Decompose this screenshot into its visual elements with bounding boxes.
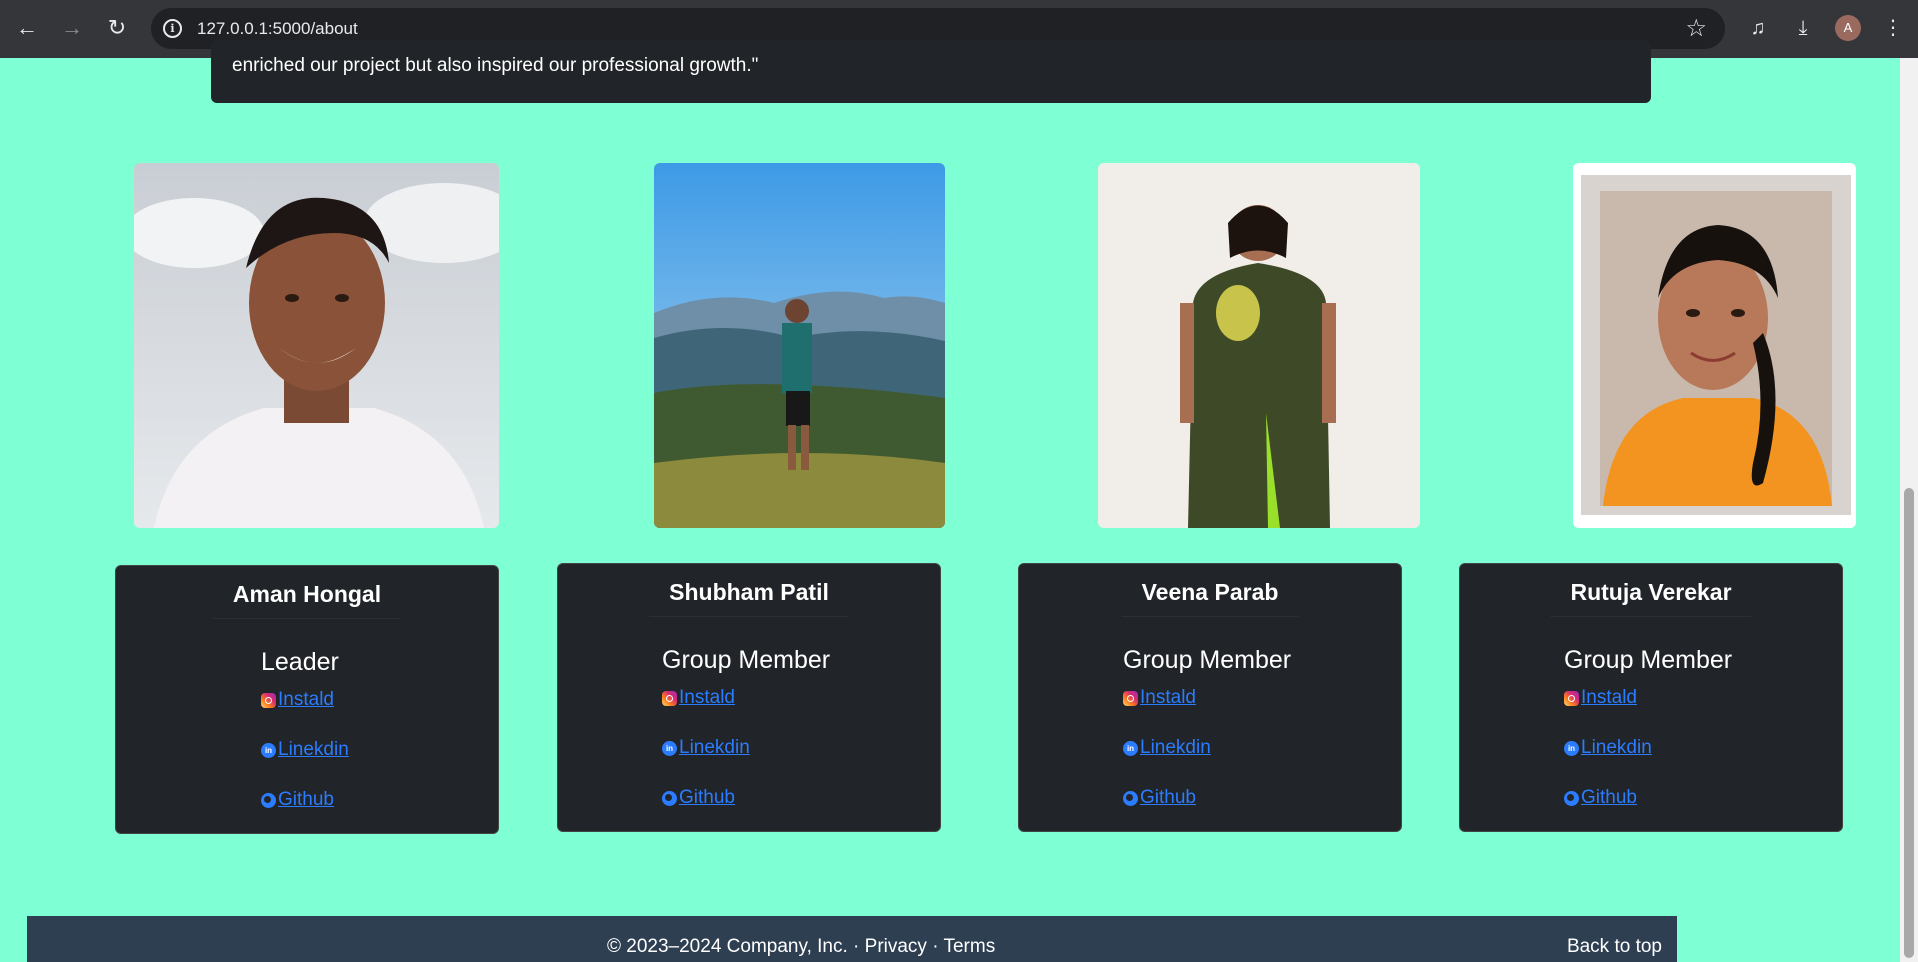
member-role: Group Member (1123, 646, 1292, 674)
github-link-row: Github (261, 789, 334, 811)
linkedin-icon: in (261, 742, 276, 758)
member-name: Rutuja Verekar (1550, 564, 1752, 617)
linkedin-icon: in (1123, 740, 1138, 756)
member-name: Aman Hongal (212, 566, 402, 619)
instagram-icon (1123, 690, 1138, 706)
back-to-top-link[interactable]: Back to top (1567, 936, 1662, 958)
terms-link[interactable]: Terms (943, 936, 995, 957)
bookmark-star-icon[interactable]: ☆ (1685, 14, 1707, 43)
testimonial-text: enriched our project but also inspired o… (232, 55, 759, 76)
member-card-veena: Veena Parab Group Member Instald in Line… (1018, 563, 1402, 832)
member-role: Group Member (1564, 646, 1733, 674)
footer-separator: · (932, 936, 939, 957)
instagram-icon (1564, 690, 1579, 706)
instagram-link[interactable]: Instald (278, 689, 334, 711)
profile-avatar[interactable]: A (1835, 15, 1861, 41)
github-link[interactable]: Github (1140, 787, 1196, 809)
github-icon (662, 790, 677, 806)
member-photo-rutuja (1573, 163, 1856, 528)
member-role: Group Member (662, 646, 831, 674)
member-photo-aman (134, 163, 499, 528)
instagram-link[interactable]: Instald (1140, 687, 1196, 709)
scrollbar-thumb[interactable] (1904, 488, 1914, 958)
instagram-link[interactable]: Instald (679, 687, 735, 709)
github-link-row: Github (1123, 787, 1196, 809)
member-name: Shubham Patil (649, 564, 849, 617)
member-photo-veena (1098, 163, 1420, 528)
github-link[interactable]: Github (278, 789, 334, 811)
member-card-shubham: Shubham Patil Group Member Instald in Li… (557, 563, 941, 832)
member-card-aman: Aman Hongal Leader Instald in Linekdin G… (115, 565, 499, 834)
github-link-row: Github (662, 787, 735, 809)
linkedin-link-row: in Linekdin (662, 737, 750, 759)
github-icon (1564, 790, 1579, 806)
instagram-link[interactable]: Instald (1581, 687, 1637, 709)
member-role: Leader (261, 648, 339, 676)
linkedin-link[interactable]: Linekdin (1581, 737, 1652, 759)
github-icon (261, 792, 276, 808)
instagram-link-row: Instald (261, 689, 334, 711)
back-arrow-icon[interactable]: ← (13, 14, 41, 42)
instagram-link-row: Instald (1123, 687, 1196, 709)
linkedin-link[interactable]: Linekdin (679, 737, 750, 759)
copyright-text: © 2023–2024 Company, Inc. · (607, 936, 860, 957)
linkedin-icon: in (1564, 740, 1579, 756)
linkedin-link-row: in Linekdin (1123, 737, 1211, 759)
member-name: Veena Parab (1121, 564, 1299, 617)
linkedin-link[interactable]: Linekdin (278, 739, 349, 761)
privacy-link[interactable]: Privacy (865, 936, 927, 957)
url-text[interactable]: 127.0.0.1:5000/about (197, 19, 358, 39)
linkedin-link-row: in Linekdin (1564, 737, 1652, 759)
testimonial-box: enriched our project but also inspired o… (211, 40, 1651, 103)
instagram-link-row: Instald (1564, 687, 1637, 709)
instagram-icon (662, 690, 677, 706)
linkedin-link-row: in Linekdin (261, 739, 349, 761)
menu-kebab-icon[interactable]: ⋮ (1879, 14, 1907, 42)
member-card-rutuja: Rutuja Verekar Group Member Instald in L… (1459, 563, 1843, 832)
download-icon[interactable]: ⤓ (1789, 14, 1817, 42)
github-link[interactable]: Github (1581, 787, 1637, 809)
site-footer: © 2023–2024 Company, Inc. · Privacy · Te… (27, 916, 1677, 962)
github-link[interactable]: Github (679, 787, 735, 809)
linkedin-icon: in (662, 740, 677, 756)
linkedin-link[interactable]: Linekdin (1140, 737, 1211, 759)
github-link-row: Github (1564, 787, 1637, 809)
page-scrollbar[interactable] (1900, 58, 1918, 962)
forward-arrow-icon[interactable]: → (58, 14, 86, 42)
site-info-icon[interactable]: i (163, 19, 182, 38)
media-controls-icon[interactable]: ♫ (1744, 14, 1772, 42)
member-photo-shubham (654, 163, 945, 528)
footer-copyright: © 2023–2024 Company, Inc. · Privacy · Te… (607, 936, 995, 958)
instagram-icon (261, 692, 276, 708)
reload-icon[interactable]: ↻ (103, 14, 131, 42)
instagram-link-row: Instald (662, 687, 735, 709)
github-icon (1123, 790, 1138, 806)
